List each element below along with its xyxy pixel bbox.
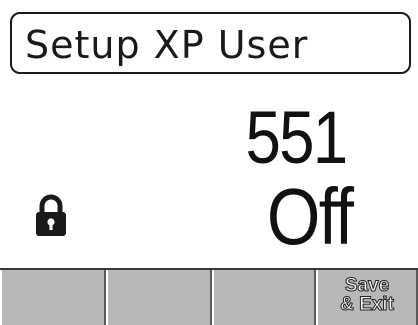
setting-value: 551 [244,96,348,179]
softkey-1[interactable] [0,270,106,325]
softkey-bar: Save & Exit [0,268,418,325]
lock-icon [36,194,66,236]
setting-state: Off [266,172,354,261]
save-exit-button[interactable]: Save & Exit [316,270,418,325]
page-title: Setup XP User [25,23,309,67]
device-screen: Setup XP User 551 Off Save & Exit [0,0,418,325]
title-panel: Setup XP User [10,12,411,74]
softkey-3[interactable] [212,270,316,325]
save-exit-label: Save & Exit [340,275,395,315]
softkey-2[interactable] [106,270,212,325]
